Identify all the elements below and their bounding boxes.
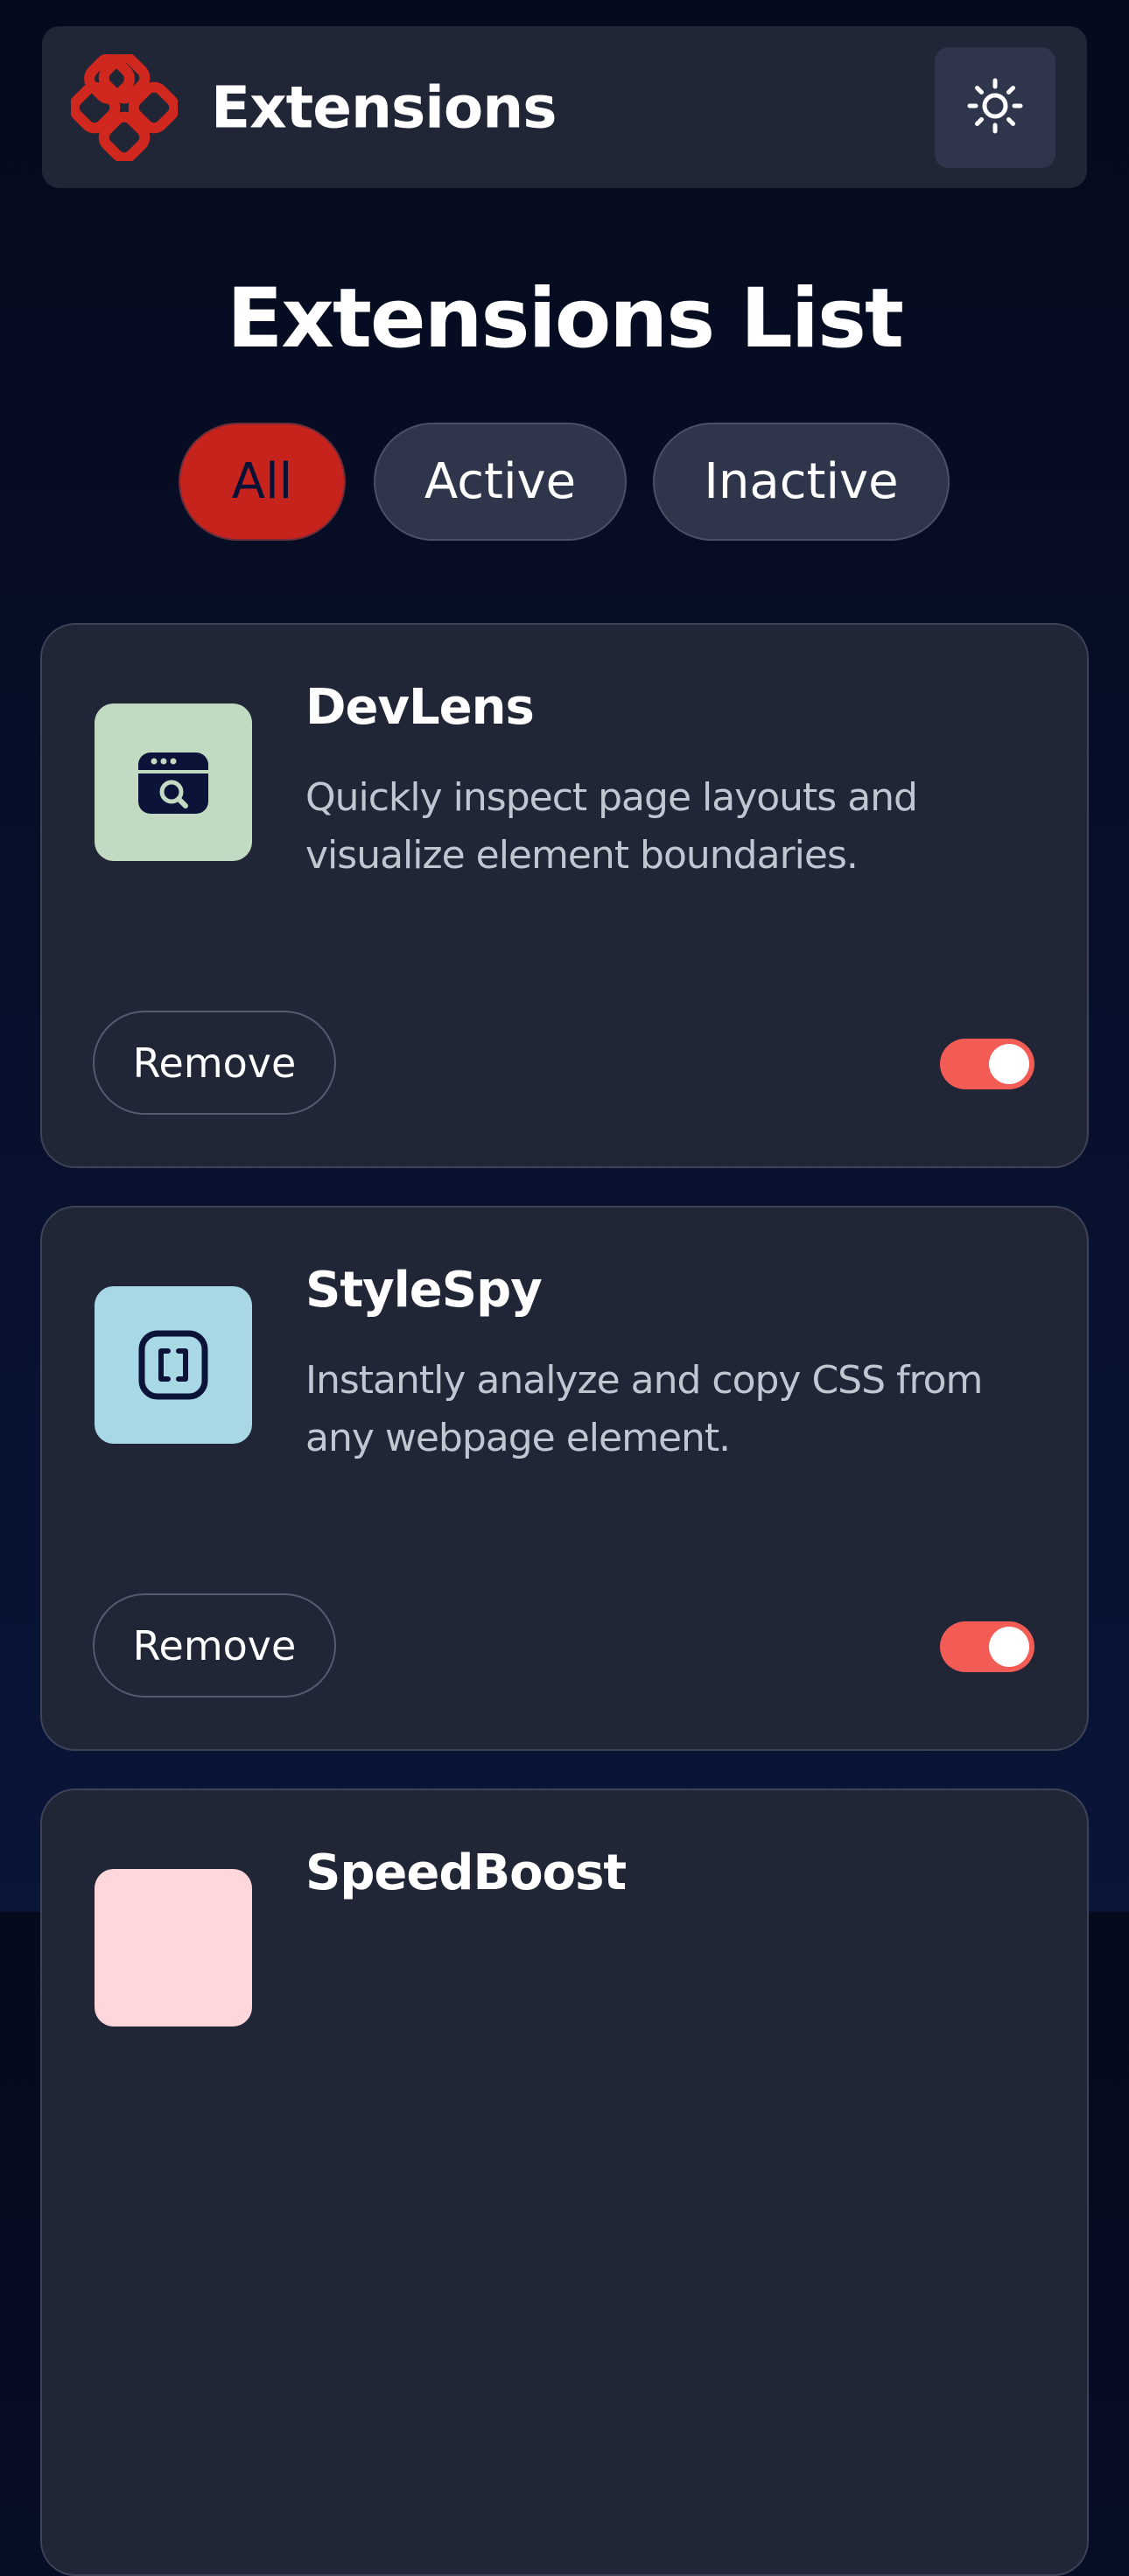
extension-description: Instantly analyze and copy CSS from any … [305,1358,983,1460]
extension-name: SpeedBoost [305,1844,627,1901]
filter-active-button[interactable]: Active [374,423,627,541]
enable-toggle[interactable] [940,1621,1034,1672]
toggle-knob [989,1627,1029,1667]
remove-button[interactable]: Remove [93,1011,336,1115]
extension-card: StyleSpy Instantly analyze and copy CSS … [40,1206,1089,1751]
devlens-icon [95,704,252,861]
app-header: Extensions [42,26,1087,188]
filter-inactive-button[interactable]: Inactive [653,423,950,541]
extension-card: DevLens Quickly inspect page layouts and… [40,623,1089,1168]
speedboost-icon [95,1869,252,2026]
enable-toggle[interactable] [940,1039,1034,1089]
theme-toggle-button[interactable] [935,47,1055,168]
extension-card: SpeedBoost [40,1788,1089,2576]
remove-button[interactable]: Remove [93,1593,336,1698]
app-name: Extensions [211,74,557,141]
extension-name: StyleSpy [305,1262,543,1319]
page-title: Extensions List [227,271,904,367]
filter-tabs: All Active Inactive [0,423,1129,542]
stylespy-icon [95,1286,252,1444]
sun-icon [966,77,1024,138]
toggle-knob [989,1044,1029,1084]
extension-description: Quickly inspect page layouts and visuali… [305,775,918,878]
logo-icon [68,52,180,164]
filter-all-button[interactable]: All [179,423,346,541]
extension-name: DevLens [305,679,535,736]
